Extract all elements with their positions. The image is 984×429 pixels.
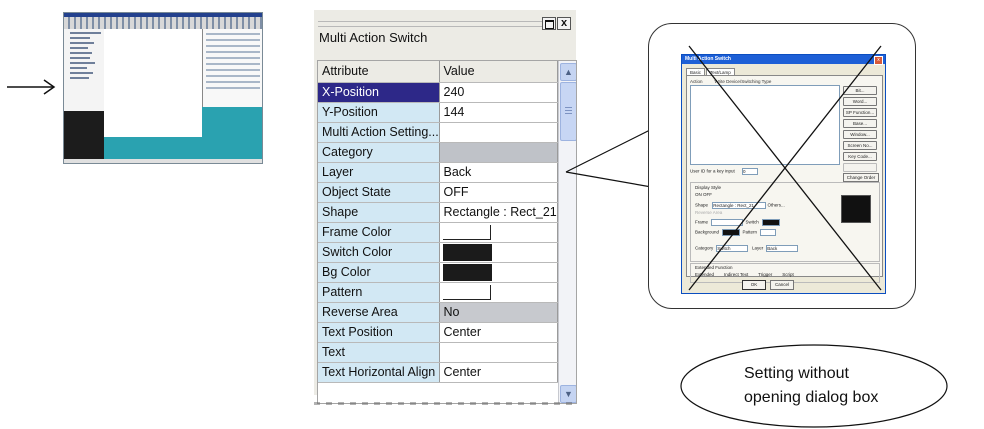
property-row[interactable]: Text Position Center	[318, 322, 558, 343]
property-value[interactable]: OFF	[439, 182, 558, 203]
color-swatch[interactable]	[442, 263, 492, 281]
property-attribute[interactable]: Y-Position	[318, 102, 440, 123]
property-value[interactable]	[439, 142, 558, 163]
property-attribute[interactable]: Shape	[318, 202, 440, 223]
property-row[interactable]: Category	[318, 142, 558, 163]
property-attribute[interactable]: Text Position	[318, 322, 440, 343]
thumbnail-statusbar	[64, 159, 262, 163]
scrollbar-thumb[interactable]	[560, 82, 576, 141]
property-value[interactable]: Back	[439, 162, 558, 183]
property-value[interactable]	[439, 262, 558, 283]
thumbnail-property-window	[202, 29, 262, 107]
property-attribute[interactable]: Switch Color	[318, 242, 440, 263]
restore-icon	[545, 20, 554, 29]
chevron-down-icon: ▼	[564, 389, 573, 399]
restore-button[interactable]	[542, 17, 556, 30]
note-text: Setting without opening dialog box	[744, 362, 878, 410]
titlebar-grip[interactable]	[318, 21, 542, 27]
window-cutoff-edge	[314, 402, 576, 405]
color-swatch[interactable]	[442, 224, 491, 240]
note-line-2: opening dialog box	[744, 389, 879, 406]
property-value[interactable]	[439, 342, 558, 363]
property-row[interactable]: Shape Rectangle : Rect_21	[318, 202, 558, 223]
property-row[interactable]: X-Position 240	[318, 82, 558, 103]
property-row[interactable]: Bg Color	[318, 262, 558, 283]
property-row[interactable]: Layer Back	[318, 162, 558, 183]
property-row[interactable]: Multi Action Setting...	[318, 122, 558, 143]
property-value[interactable]: 144	[439, 102, 558, 123]
chevron-up-icon: ▲	[564, 67, 573, 77]
close-icon: x	[560, 17, 568, 29]
property-attribute[interactable]: X-Position	[318, 82, 440, 103]
dialog-zoom-frame: Multi Action Switch x Basic Text/Lamp Act…	[648, 23, 916, 309]
property-window: x Multi Action Switch Attribute Value X-…	[314, 10, 577, 405]
property-value[interactable]: Center	[439, 322, 558, 343]
color-swatch[interactable]	[442, 284, 491, 300]
property-attribute[interactable]: Layer	[318, 162, 440, 183]
window-titlebar: x Multi Action Switch	[314, 10, 576, 45]
property-value[interactable]	[439, 122, 558, 143]
application-thumbnail	[63, 12, 263, 164]
property-value[interactable]	[439, 222, 558, 243]
close-button[interactable]: x	[557, 17, 571, 30]
property-row[interactable]: Frame Color	[318, 222, 558, 243]
property-value[interactable]: Center	[439, 362, 558, 383]
value-column-header: Value	[439, 61, 558, 83]
property-grid: Attribute Value X-Position 240 Y-Position 1…	[317, 60, 577, 404]
property-attribute[interactable]: Text	[318, 342, 440, 363]
property-attribute[interactable]: Bg Color	[318, 262, 440, 283]
thumbnail-project-tree	[64, 29, 105, 111]
window-title: Multi Action Switch	[319, 30, 428, 45]
property-row[interactable]: Text Horizontal Align Center	[318, 362, 558, 383]
thumbnail-screen-canvas	[104, 29, 202, 137]
attribute-column-header: Attribute	[318, 61, 440, 83]
property-row[interactable]: Pattern	[318, 282, 558, 303]
property-value[interactable]: Rectangle : Rect_21	[439, 202, 558, 223]
property-attribute[interactable]: Reverse Area	[318, 302, 440, 323]
thumbnail-toolbar	[64, 17, 262, 29]
property-row[interactable]: Y-Position 144	[318, 102, 558, 123]
scroll-down-button[interactable]: ▼	[560, 385, 576, 403]
grid-header-row: Attribute Value	[318, 61, 558, 83]
property-attribute[interactable]: Category	[318, 142, 440, 163]
property-row[interactable]: Object State OFF	[318, 182, 558, 203]
property-row[interactable]: Reverse Area No	[318, 302, 558, 323]
property-value[interactable]	[439, 282, 558, 303]
property-row[interactable]: Text	[318, 342, 558, 363]
property-value[interactable]: 240	[439, 82, 558, 103]
cross-out-icon	[688, 45, 882, 291]
property-value[interactable]	[439, 242, 558, 263]
arrow-right-icon	[7, 79, 56, 95]
thumbnail-dark-panel	[64, 111, 104, 163]
scroll-up-button[interactable]: ▲	[560, 63, 576, 81]
color-swatch[interactable]	[442, 243, 492, 261]
property-attribute[interactable]: Frame Color	[318, 222, 440, 243]
note-line-1: Setting without	[744, 365, 849, 382]
property-attribute[interactable]: Multi Action Setting...	[318, 122, 440, 143]
vertical-scrollbar[interactable]: ▲ ▼	[558, 61, 576, 403]
property-value[interactable]: No	[439, 302, 558, 323]
property-attribute[interactable]: Object State	[318, 182, 440, 203]
property-attribute[interactable]: Pattern	[318, 282, 440, 303]
property-attribute[interactable]: Text Horizontal Align	[318, 362, 440, 383]
property-row[interactable]: Switch Color	[318, 242, 558, 263]
